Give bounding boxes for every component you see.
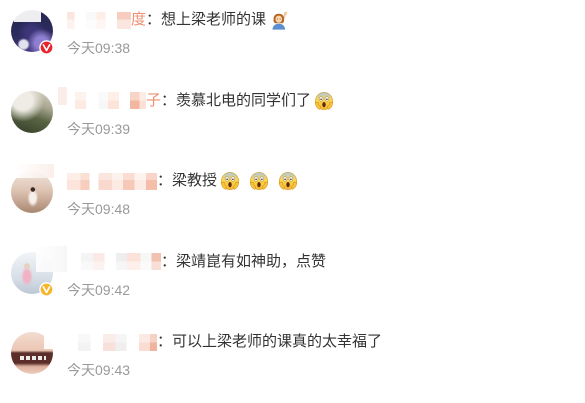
avatar[interactable] (11, 90, 53, 133)
comment-line: 度 ： 想上梁老师的课 (67, 10, 289, 30)
comment-item: ： 可以上梁老师的课真的太幸福了 今天09:43 (0, 322, 585, 403)
colon-separator: ： (157, 172, 173, 190)
username-link[interactable]: 子 (67, 91, 161, 111)
username-visible-fragment: 度 (131, 11, 147, 28)
username-link[interactable] (67, 252, 161, 272)
timestamp: 今天09:48 (67, 201, 131, 218)
colon-separator: ： (157, 333, 173, 351)
comment-text: 想上梁老师的课 (161, 11, 267, 28)
timestamp: 今天09:42 (67, 281, 131, 298)
username-mosaic (67, 172, 157, 190)
mosaic-overlay (58, 86, 67, 105)
comment-line: 子 ： 羡慕北电的同学们了 (67, 91, 334, 111)
colon-separator: ： (161, 91, 177, 109)
username-link[interactable]: 度 (67, 10, 146, 30)
comment-item: ： 梁靖崑有如神助，点赞 今天09:42 (0, 242, 585, 323)
colon-separator: ： (146, 11, 162, 28)
comment-line: ： 梁靖崑有如神助，点赞 (67, 252, 326, 272)
comment-text: 梁教授 (172, 172, 218, 190)
username-mosaic (67, 11, 131, 29)
colon-separator: ： (161, 252, 177, 270)
mosaic-overlay (36, 245, 67, 272)
username-mosaic (67, 253, 161, 271)
comment-item: 度 ： 想上梁老师的课 今天09:38 (0, 0, 585, 81)
face-screaming-in-fear-emoji-icon (314, 91, 334, 111)
comment-item: ： 梁教授 今天09:48 (0, 161, 585, 242)
username-mosaic (67, 333, 157, 351)
mosaic-overlay (16, 164, 54, 179)
username-visible-fragment: 子 (146, 91, 162, 109)
comment-text: 羡慕北电的同学们了 (176, 91, 312, 109)
timestamp: 今天09:43 (67, 362, 131, 379)
face-screaming-in-fear-emoji-icon (220, 171, 240, 191)
verified-red-badge-icon (39, 40, 54, 55)
comment-item: 子 ： 羡慕北电的同学们了 今天09:39 (0, 81, 585, 162)
comment-text: 可以上梁老师的课真的太幸福了 (172, 333, 383, 351)
timestamp: 今天09:38 (67, 40, 131, 56)
timestamp: 今天09:39 (67, 120, 131, 137)
person-raising-hand-emoji-icon (269, 10, 289, 30)
mosaic-overlay (14, 4, 67, 28)
comment-list: 度 ： 想上梁老师的课 今天09:38 子 ： 羡慕北电的同学们了 今天09:3… (0, 0, 585, 400)
face-screaming-in-fear-emoji-icon (249, 171, 269, 191)
comment-text: 梁靖崑有如神助，点赞 (176, 252, 327, 270)
mosaic-overlay (44, 325, 67, 350)
username-link[interactable] (67, 332, 157, 352)
face-screaming-in-fear-emoji-icon (278, 171, 298, 191)
comment-line: ： 可以上梁老师的课真的太幸福了 (67, 332, 382, 352)
username-mosaic (67, 92, 146, 110)
verified-gold-badge-icon (39, 282, 54, 297)
username-link[interactable] (67, 171, 157, 191)
comment-line: ： 梁教授 (67, 171, 298, 191)
